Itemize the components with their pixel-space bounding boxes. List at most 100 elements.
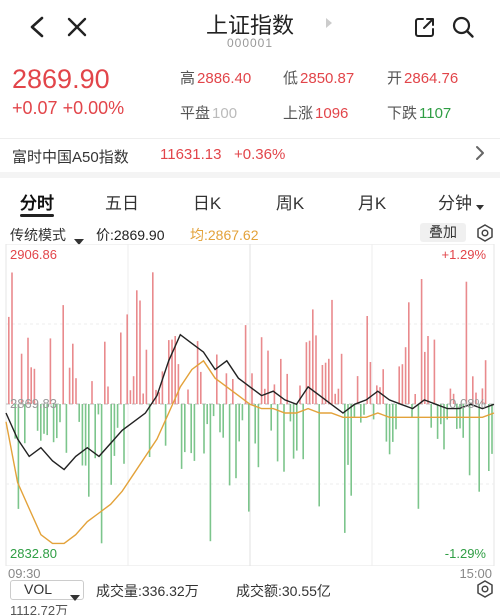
vol-settings-icon[interactable] [476,580,494,601]
volume-bar-down [228,404,231,486]
intraday-chart[interactable]: 2906.86 +1.29% 2869.83 0.08% 2832.80 -1.… [0,243,500,581]
volume-bar-up [260,337,263,404]
volume-bar-up [382,369,384,404]
volume-bar-up [308,340,311,404]
top-bar: 上证指数 000001 [0,0,500,56]
price-change: +0.07 +0.00% [12,98,124,119]
volume-bar-down [292,404,295,459]
volume-bar-down [254,404,256,444]
stat-flat: 平盘 100 [180,105,238,122]
tab-intraday[interactable]: 分时 [7,189,67,214]
volume-bar-down [65,404,68,453]
volume-bar-down [190,404,192,454]
indicator-bar: 传统模式 价:2869.90 均:2867.62 叠加 [0,222,500,245]
volume-bar-up [424,351,426,404]
volume-bar-up [145,349,148,404]
price-readout: 价:2869.90 [96,227,165,243]
avg-readout: 均:2867.62 [190,227,259,243]
volume-bar-up [273,384,276,404]
vol-dropdown-icon[interactable] [70,588,80,604]
volume-bar-down [100,404,103,544]
stat-up: 上涨 1096 [283,105,349,122]
volume-bar-up [142,393,144,404]
quote-panel: 2869.90 +0.07 +0.00% 高 2886.40 低 2850.87 开… [0,56,500,136]
volume-bar-down [430,404,432,428]
volume-bar-down [283,404,285,472]
tab-minute[interactable]: 分钟 [425,189,485,214]
volume-bar-up [334,393,336,404]
volume-bar-up [340,353,343,404]
settings-icon[interactable] [476,224,494,245]
volume-bar-down [206,404,208,425]
volume-bar-down [296,404,298,451]
volume-bar-down [363,404,365,415]
vol-max-label: 1112.72万 [10,603,69,615]
volume-bar-down [94,404,96,459]
search-icon[interactable] [446,10,480,44]
next-stock-icon[interactable] [326,18,332,28]
volume-bar-down [84,404,87,466]
volume-bar-up [177,364,180,404]
current-price: 2869.90 [12,64,110,94]
minute-dropdown-icon[interactable] [476,205,484,210]
volume-bar-up [433,339,436,404]
stat-open: 开 2864.76 [387,70,459,87]
volume-bar-up [91,381,93,404]
volume-bar-down [372,404,375,420]
volume-bar-down [241,404,244,421]
volume-bar-up [356,376,359,404]
volume-bar-down [344,404,346,533]
volume-bar-down [212,404,215,417]
volume-bar-up [376,385,378,404]
volume-bar-up [72,343,74,404]
volume-bar-up [11,272,13,404]
stat-high: 高 2886.40 [180,70,252,87]
volume-bar-down [385,404,388,442]
volume-bar-up [401,364,404,404]
volume-bar-down [388,404,391,455]
volume-bar-up [244,325,247,404]
tab-five-day[interactable]: 五日 [92,189,152,214]
volume-bar-down [88,404,90,497]
volume-bar-up [414,394,416,404]
volume-bar-up [27,337,29,404]
volume-bar-down [17,404,20,509]
volume-bar-up [139,300,141,404]
pct-min-label: -1.29% [444,546,486,561]
volume-bar-down [318,404,320,507]
volume-bar-up [225,373,228,404]
volume-bar-down [113,404,116,456]
volume-bar-up [104,341,106,404]
a50-value: 11631.13 [160,146,222,163]
pct-max-label: +1.29% [441,247,486,262]
overlay-button[interactable]: 叠加 [420,223,466,242]
volume-bar-down [164,404,167,446]
volume-bar-up [299,385,301,404]
volume-bar-up [305,342,308,404]
volume-bar-down [411,404,413,418]
volume-bar-up [120,332,122,404]
volume-bar-up [379,387,381,404]
volume-bar-up [168,340,170,404]
volume-bar-down [248,404,250,512]
volume-bar-down [235,404,237,479]
volume-bar-down [302,404,304,460]
tab-daily-k[interactable]: 日K [177,189,237,214]
tab-monthly-k[interactable]: 月K [342,189,402,214]
mode-select[interactable]: 传统模式 [10,225,66,245]
volume-bar-up [136,290,138,404]
share-icon[interactable] [408,10,442,44]
volume-bar-up [126,314,128,404]
volume-bar-up [465,281,468,404]
pct-mid-label: 0.08% [449,396,486,411]
volume-bar-up [366,316,368,404]
volume-bar-down [59,404,61,423]
volume-bar-down [116,404,119,428]
volume-bar-down [417,404,420,509]
tab-weekly-k[interactable]: 周K [260,189,320,214]
volume-bar-up [8,316,10,404]
a50-row[interactable]: 富时中国A50指数 11631.13 +0.36% [0,139,500,171]
vol-label: VOL [24,581,53,597]
a50-percent: +0.36% [234,146,286,163]
volume-bar-down [443,404,445,450]
